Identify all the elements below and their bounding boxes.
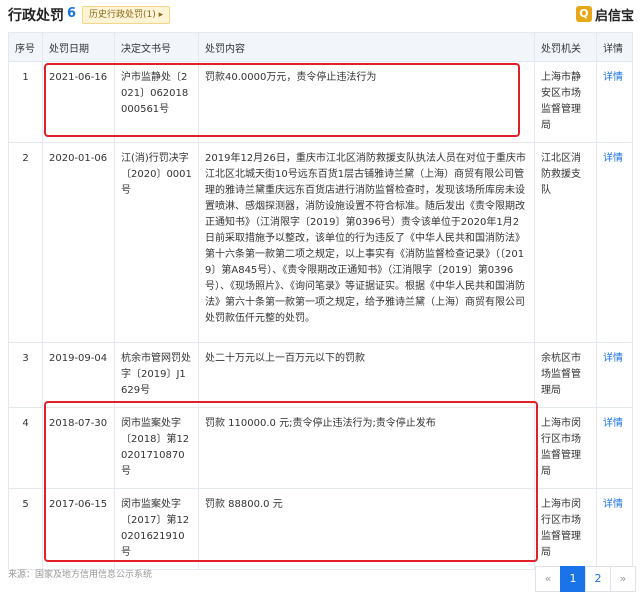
brand-logo: Q 启信宝 [575,4,634,24]
history-penalty-tag[interactable]: 历史行政处罚(1) ▸ [82,6,171,24]
cell-seq: 2 [8,142,43,343]
table-header-row: 序号 处罚日期 决定文书号 处罚内容 处罚机关 详情 [8,32,633,62]
next-page-button[interactable]: » [610,566,636,592]
shield-logo-icon: Q [575,6,592,22]
highlight-box-rows-4-5 [44,401,538,562]
section-header: 行政处罚 6 历史行政处罚(1) ▸ Q 启信宝 [0,0,640,30]
detail-link[interactable]: 详情 [603,499,623,510]
col-header-date: 处罚日期 [42,32,115,62]
detail-link[interactable]: 详情 [603,153,623,164]
cell-content: 2019年12月26日，重庆市江北区消防救援支队执法人员在对位于重庆市江北区北城… [198,142,535,343]
cell-authority: 余杭区市场监督管理局 [534,342,597,408]
cell-doc-no: 江(消)行罚决字〔2020〕0001号 [114,142,199,343]
detail-link[interactable]: 详情 [603,418,623,429]
cell-seq: 1 [8,61,43,143]
col-header-detail: 详情 [596,32,633,62]
page-button-2[interactable]: 2 [585,566,611,592]
detail-link[interactable]: 详情 [603,72,623,83]
cell-doc-no: 杭余市管网罚处字〔2019〕J1629号 [114,342,199,408]
table-row: 2 2020-01-06 江(消)行罚决字〔2020〕0001号 2019年12… [8,142,633,343]
cell-authority: 江北区消防救援支队 [534,142,597,343]
detail-link[interactable]: 详情 [603,353,623,364]
col-header-doc-no: 决定文书号 [114,32,199,62]
brand-name: 启信宝 [594,8,634,24]
col-header-authority: 处罚机关 [534,32,597,62]
cell-date: 2020-01-06 [42,142,115,343]
cell-seq: 4 [8,407,43,489]
cell-detail: 详情 [596,488,633,570]
cell-date: 2019-09-04 [42,342,115,408]
page-button-1[interactable]: 1 [560,566,586,592]
cell-seq: 3 [8,342,43,408]
cell-authority: 上海市闵行区市场监督管理局 [534,488,597,570]
cell-detail: 详情 [596,407,633,489]
cell-authority: 上海市静安区市场监督管理局 [534,61,597,143]
cell-seq: 5 [8,488,43,570]
record-count: 6 [67,6,77,21]
prev-page-button[interactable]: « [535,566,561,592]
section-title: 行政处罚 [8,8,64,24]
table-row: 3 2019-09-04 杭余市管网罚处字〔2019〕J1629号 处二十万元以… [8,342,633,408]
highlight-box-row-1 [44,63,520,137]
col-header-content: 处罚内容 [198,32,535,62]
cell-authority: 上海市闵行区市场监督管理局 [534,407,597,489]
col-header-seq: 序号 [8,32,43,62]
pagination: « 1 2 » [535,566,636,592]
cell-content: 处二十万元以上一百万元以下的罚款 [198,342,535,408]
cell-detail: 详情 [596,61,633,143]
cell-detail: 详情 [596,342,633,408]
cell-detail: 详情 [596,142,633,343]
data-source: 来源：国家及地方信用信息公示系统 [8,570,153,580]
